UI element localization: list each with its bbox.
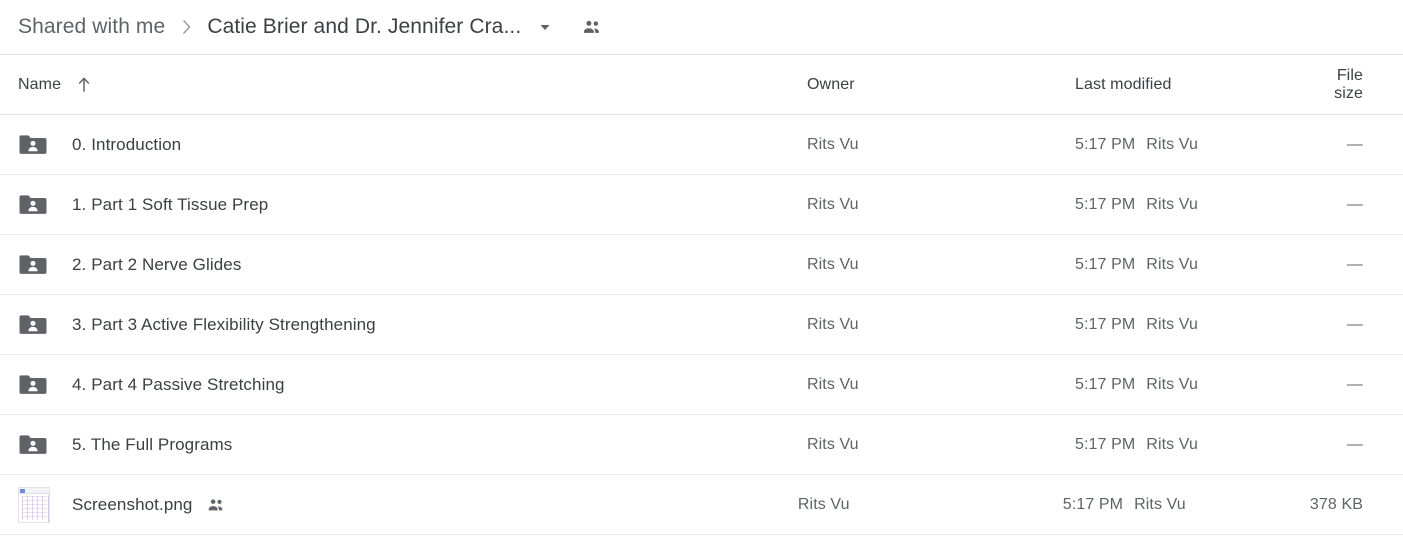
row-modified-time: 5:17 PM [1075,375,1136,393]
row-name-cell[interactable]: 4. Part 4 Passive Stretching [18,372,807,398]
people-shared-icon [206,495,226,515]
row-owner: Rits Vu [807,195,859,213]
row-file-size: — [1346,375,1363,393]
row-file-size: — [1346,315,1363,333]
file-list-table: Name Owner Last modified File size 0. In… [0,55,1403,535]
row-last-modified: 5:17 PM Rits Vu [1063,496,1310,514]
people-shared-icon[interactable] [581,16,603,38]
row-last-modified: 5:17 PM Rits Vu [1075,256,1325,274]
row-icon-slot [18,192,58,218]
row-owner: Rits Vu [807,315,859,333]
row-file-name: 5. The Full Programs [72,434,233,454]
row-modified-time: 5:17 PM [1075,435,1136,453]
table-row[interactable]: 2. Part 2 Nerve Glides Rits Vu 5:17 PM R… [0,235,1403,295]
table-header-row: Name Owner Last modified File size [0,55,1403,115]
row-icon-slot [18,372,58,398]
row-modified-by: Rits Vu [1146,375,1198,393]
table-row[interactable]: 3. Part 3 Active Flexibility Strengtheni… [0,295,1403,355]
breadcrumb-separator-icon [181,18,193,36]
column-header-owner[interactable]: Owner [807,76,1075,94]
row-modified-time: 5:17 PM [1075,255,1136,273]
row-owner: Rits Vu [807,375,859,393]
table-body: 0. Introduction Rits Vu 5:17 PM Rits Vu … [0,115,1403,535]
column-header-last-modified[interactable]: Last modified [1075,76,1325,94]
table-row[interactable]: Screenshot.png Rits Vu 5:17 PM Rits Vu 3… [0,475,1403,535]
row-owner: Rits Vu [807,135,859,153]
row-modified-by: Rits Vu [1146,255,1198,273]
row-modified-time: 5:17 PM [1062,495,1124,513]
row-name-cell[interactable]: 5. The Full Programs [18,432,807,458]
row-modified-time: 5:17 PM [1075,315,1136,333]
row-file-name: 3. Part 3 Active Flexibility Strengtheni… [72,314,376,334]
row-modified-by: Rits Vu [1146,135,1198,153]
row-modified-by: Rits Vu [1146,435,1198,453]
shared-folder-icon [18,132,48,158]
row-icon-slot [18,252,58,278]
row-file-name: 4. Part 4 Passive Stretching [72,374,285,394]
row-modified-time: 5:17 PM [1075,135,1136,153]
row-name-cell[interactable]: 1. Part 1 Soft Tissue Prep [18,192,807,218]
row-modified-by: Rits Vu [1146,315,1198,333]
png-thumbnail-icon [18,486,50,523]
row-file-name: 1. Part 1 Soft Tissue Prep [72,194,269,214]
row-last-modified: 5:17 PM Rits Vu [1075,316,1325,334]
row-name-cell[interactable]: 2. Part 2 Nerve Glides [18,252,807,278]
row-name-cell[interactable]: 0. Introduction [18,132,807,158]
column-header-name-label: Name [18,75,62,93]
table-row[interactable]: 0. Introduction Rits Vu 5:17 PM Rits Vu … [0,115,1403,175]
row-last-modified: 5:17 PM Rits Vu [1075,376,1325,394]
row-modified-by: Rits Vu [1146,195,1198,213]
row-icon-slot [18,486,58,523]
row-name-cell[interactable]: 3. Part 3 Active Flexibility Strengtheni… [18,312,807,338]
shared-folder-icon [18,372,48,398]
row-modified-by: Rits Vu [1134,495,1186,513]
row-file-size: — [1346,435,1363,453]
table-row[interactable]: 4. Part 4 Passive Stretching Rits Vu 5:1… [0,355,1403,415]
row-last-modified: 5:17 PM Rits Vu [1075,136,1325,154]
chevron-down-icon[interactable] [537,19,553,35]
row-owner: Rits Vu [807,435,859,453]
row-file-size: — [1346,255,1363,273]
row-file-size: — [1346,195,1363,213]
column-header-name[interactable]: Name [18,76,92,94]
row-file-size: 378 KB [1309,495,1363,513]
row-icon-slot [18,312,58,338]
shared-folder-icon [18,252,48,278]
table-row[interactable]: 5. The Full Programs Rits Vu 5:17 PM Rit… [0,415,1403,475]
row-owner: Rits Vu [797,495,850,513]
row-owner: Rits Vu [807,255,859,273]
breadcrumb-current-folder[interactable]: Catie Brier and Dr. Jennifer Cra... [207,15,521,39]
column-header-file-size[interactable]: File size [1325,67,1385,103]
breadcrumb: Shared with me Catie Brier and Dr. Jenni… [0,0,1403,55]
arrow-up-icon[interactable] [76,76,92,94]
column-header-name-wrap: Name [18,76,807,94]
row-name-cell[interactable]: Screenshot.png [18,486,798,523]
shared-folder-icon [18,432,48,458]
row-icon-slot [18,432,58,458]
table-row[interactable]: 1. Part 1 Soft Tissue Prep Rits Vu 5:17 … [0,175,1403,235]
row-file-name: 0. Introduction [72,134,182,154]
row-icon-slot [18,132,58,158]
row-modified-time: 5:17 PM [1075,195,1136,213]
shared-folder-icon [18,192,48,218]
row-last-modified: 5:17 PM Rits Vu [1075,196,1325,214]
row-file-size: — [1346,135,1363,153]
breadcrumb-root-link[interactable]: Shared with me [18,15,165,39]
row-file-name: 2. Part 2 Nerve Glides [72,254,242,274]
row-last-modified: 5:17 PM Rits Vu [1075,436,1325,454]
shared-folder-icon [18,312,48,338]
row-file-name: Screenshot.png [72,494,193,514]
